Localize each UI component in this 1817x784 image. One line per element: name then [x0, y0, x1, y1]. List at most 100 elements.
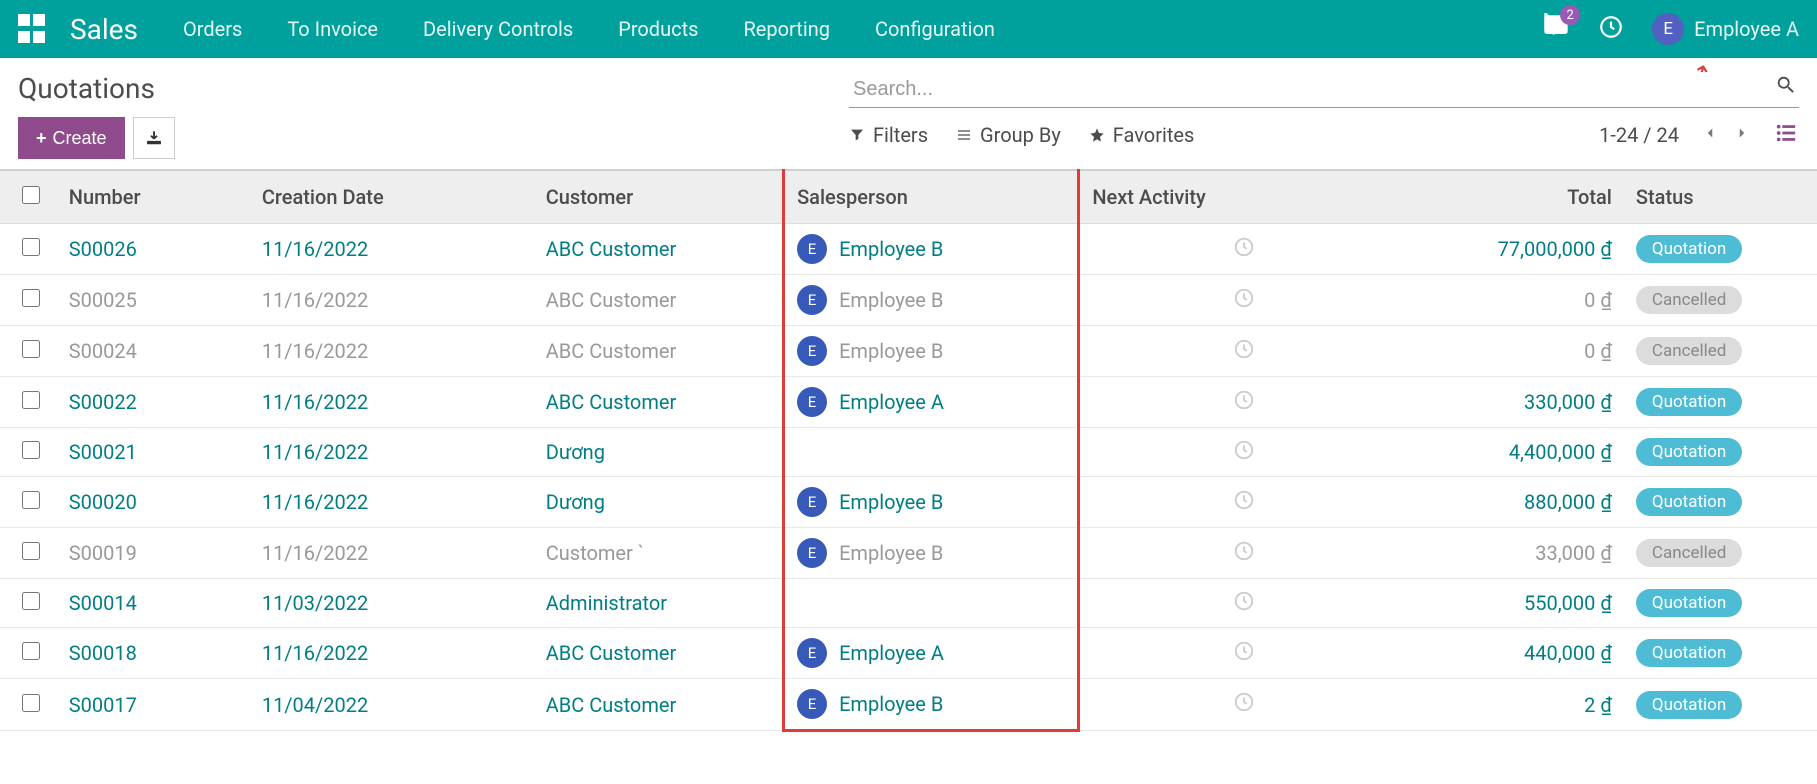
row-checkbox[interactable] [22, 694, 40, 712]
table-row[interactable]: S0001811/16/2022ABC CustomerEEmployee A4… [0, 628, 1817, 679]
cell-customer: ABC Customer [534, 275, 784, 326]
table-row[interactable]: S0002211/16/2022ABC CustomerEEmployee A3… [0, 377, 1817, 428]
header-status[interactable]: Status [1624, 170, 1817, 224]
menu-delivery-controls[interactable]: Delivery Controls [423, 17, 573, 41]
table-row[interactable]: S0002411/16/2022ABC CustomerEEmployee B0… [0, 326, 1817, 377]
cell-salesperson: EEmployee B [784, 326, 1079, 377]
clock-icon [1233, 694, 1255, 718]
menu-to-invoice[interactable]: To Invoice [287, 17, 378, 41]
header-customer[interactable]: Customer [534, 170, 784, 224]
cell-activity[interactable] [1079, 377, 1408, 428]
header-number[interactable]: Number [57, 170, 250, 224]
cell-activity[interactable] [1079, 579, 1408, 628]
create-button[interactable]: + Create [18, 117, 125, 159]
user-avatar: E [1652, 13, 1684, 45]
cell-total: 880,000 ₫ [1408, 477, 1624, 528]
cell-salesperson: EEmployee B [784, 224, 1079, 275]
pager-prev[interactable] [1701, 124, 1719, 146]
salesperson-name: Employee A [839, 641, 944, 665]
apps-icon[interactable] [18, 14, 48, 44]
cell-customer: ABC Customer [534, 679, 784, 731]
salesperson-name: Employee B [839, 339, 943, 363]
salesperson-name: Employee B [839, 490, 943, 514]
messaging-badge: 2 [1560, 5, 1580, 25]
header-date[interactable]: Creation Date [250, 170, 534, 224]
row-checkbox[interactable] [22, 391, 40, 409]
cell-status: Quotation [1624, 224, 1817, 275]
list-view-button[interactable] [1773, 122, 1799, 148]
cell-number: S00019 [57, 528, 250, 579]
cell-activity[interactable] [1079, 224, 1408, 275]
row-checkbox[interactable] [22, 542, 40, 560]
favorites-button[interactable]: Favorites [1089, 123, 1195, 147]
import-button[interactable] [133, 117, 175, 159]
cell-number: S00017 [57, 679, 250, 731]
clock-icon [1233, 593, 1255, 617]
table-row[interactable]: S0002611/16/2022ABC CustomerEEmployee B7… [0, 224, 1817, 275]
cell-activity[interactable] [1079, 679, 1408, 731]
status-badge: Quotation [1636, 488, 1742, 516]
groupby-button[interactable]: Group By [956, 123, 1061, 147]
top-menu: Orders To Invoice Delivery Controls Prod… [183, 17, 995, 41]
row-checkbox[interactable] [22, 289, 40, 307]
table-row[interactable]: S0002111/16/2022Dương4,400,000 ₫Quotatio… [0, 428, 1817, 477]
row-checkbox[interactable] [22, 238, 40, 256]
status-badge: Quotation [1636, 438, 1742, 466]
cell-activity[interactable] [1079, 477, 1408, 528]
salesperson-avatar: E [797, 538, 827, 568]
table-row[interactable]: S0002011/16/2022DươngEEmployee B880,000 … [0, 477, 1817, 528]
cell-number: S00014 [57, 579, 250, 628]
select-all-checkbox[interactable] [22, 186, 40, 204]
app-name[interactable]: Sales [70, 13, 138, 46]
menu-products[interactable]: Products [618, 17, 698, 41]
row-checkbox[interactable] [22, 491, 40, 509]
messaging-icon[interactable]: 2 [1542, 13, 1570, 45]
cell-customer: Customer ` [534, 528, 784, 579]
filters-button[interactable]: Filters [849, 123, 928, 147]
cell-activity[interactable] [1079, 528, 1408, 579]
menu-configuration[interactable]: Configuration [875, 17, 995, 41]
header-total[interactable]: Total [1408, 170, 1624, 224]
table-row[interactable]: S0001411/03/2022Administrator550,000 ₫Qu… [0, 579, 1817, 628]
cell-status: Quotation [1624, 579, 1817, 628]
cell-activity[interactable] [1079, 428, 1408, 477]
cell-activity[interactable] [1079, 275, 1408, 326]
plus-icon: + [36, 128, 47, 149]
user-menu[interactable]: E Employee A [1652, 13, 1799, 45]
row-checkbox[interactable] [22, 642, 40, 660]
header-activity[interactable]: Next Activity [1079, 170, 1408, 224]
cell-number: S00025 [57, 275, 250, 326]
row-checkbox[interactable] [22, 441, 40, 459]
salesperson-avatar: E [797, 387, 827, 417]
menu-reporting[interactable]: Reporting [743, 17, 830, 41]
pager-next[interactable] [1733, 124, 1751, 146]
table-row[interactable]: S0001911/16/2022Customer `EEmployee B33,… [0, 528, 1817, 579]
groupby-label: Group By [980, 123, 1061, 147]
cell-total: 4,400,000 ₫ [1408, 428, 1624, 477]
cell-date: 11/16/2022 [250, 377, 534, 428]
pager-text[interactable]: 1-24 / 24 [1599, 123, 1679, 147]
user-name: Employee A [1694, 17, 1799, 41]
row-checkbox[interactable] [22, 592, 40, 610]
activity-icon[interactable] [1598, 14, 1624, 44]
cell-activity[interactable] [1079, 628, 1408, 679]
cell-date: 11/16/2022 [250, 528, 534, 579]
menu-orders[interactable]: Orders [183, 17, 242, 41]
search-input[interactable] [849, 72, 1799, 108]
download-icon [145, 129, 163, 147]
salesperson-name: Employee B [839, 288, 943, 312]
header-salesperson[interactable]: Salesperson [784, 170, 1079, 224]
table-row[interactable]: S0002511/16/2022ABC CustomerEEmployee B0… [0, 275, 1817, 326]
table-row[interactable]: S0001711/04/2022ABC CustomerEEmployee B2… [0, 679, 1817, 731]
filter-icon [849, 127, 865, 143]
clock-icon [1233, 341, 1255, 365]
salesperson-avatar: E [797, 285, 827, 315]
create-label: Create [53, 128, 107, 149]
cell-customer: ABC Customer [534, 326, 784, 377]
cell-salesperson: EEmployee B [784, 528, 1079, 579]
status-badge: Quotation [1636, 691, 1742, 719]
cell-activity[interactable] [1079, 326, 1408, 377]
row-checkbox[interactable] [22, 340, 40, 358]
cell-salesperson [784, 428, 1079, 477]
search-icon[interactable] [1775, 74, 1797, 100]
